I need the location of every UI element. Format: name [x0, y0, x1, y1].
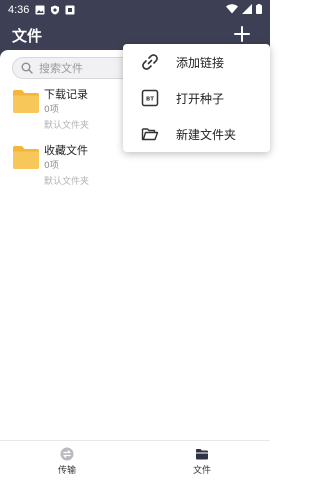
search-input[interactable]: 搜索文件	[12, 57, 137, 79]
menu-item-open-torrent[interactable]: BT 打开种子	[123, 80, 270, 116]
menu-item-label: 新建文件夹	[176, 128, 237, 142]
tab-label: 传输	[57, 466, 76, 476]
svg-text:BT: BT	[146, 97, 154, 103]
search-icon	[21, 59, 33, 78]
folder-type: 默认文件夹	[44, 121, 90, 131]
folder-count: 0项	[44, 161, 59, 171]
tab-label: 文件	[192, 466, 211, 476]
menu-item-label: 打开种子	[176, 92, 225, 106]
menu-item-new-folder[interactable]: 新建文件夹	[123, 116, 270, 152]
tab-files[interactable]: 文件	[172, 446, 232, 476]
folder-name: 下载记录	[44, 88, 88, 101]
status-time: 4:36	[8, 4, 30, 16]
add-popup-menu: 添加链接 BT 打开种子 新建文件夹	[123, 44, 270, 152]
status-bar: 4:36	[0, 0, 270, 20]
link-icon	[141, 53, 159, 71]
folder-icon	[12, 88, 40, 114]
image-notification-icon	[35, 5, 45, 15]
folder-name: 收藏文件	[44, 144, 88, 157]
folder-count: 0项	[44, 105, 59, 115]
page-title: 文件	[12, 27, 43, 45]
search-placeholder: 搜索文件	[39, 62, 83, 75]
signal-icon	[242, 3, 252, 17]
sim-notification-icon	[65, 5, 75, 15]
folder-icon	[195, 446, 209, 460]
folder-icon	[12, 144, 40, 170]
menu-item-label: 添加链接	[176, 56, 225, 70]
folder-type: 默认文件夹	[44, 177, 90, 187]
wifi-icon	[226, 3, 238, 17]
transfer-icon	[60, 446, 74, 461]
battery-icon	[256, 3, 262, 17]
bottom-navigation: 传输 文件	[0, 440, 270, 480]
menu-item-add-link[interactable]: 添加链接	[123, 44, 270, 80]
tab-transfer[interactable]: 传输	[37, 446, 97, 476]
plus-icon[interactable]	[232, 24, 252, 44]
bt-torrent-icon: BT	[141, 89, 159, 107]
folder-open-icon	[141, 125, 159, 143]
shield-notification-icon	[50, 5, 60, 15]
